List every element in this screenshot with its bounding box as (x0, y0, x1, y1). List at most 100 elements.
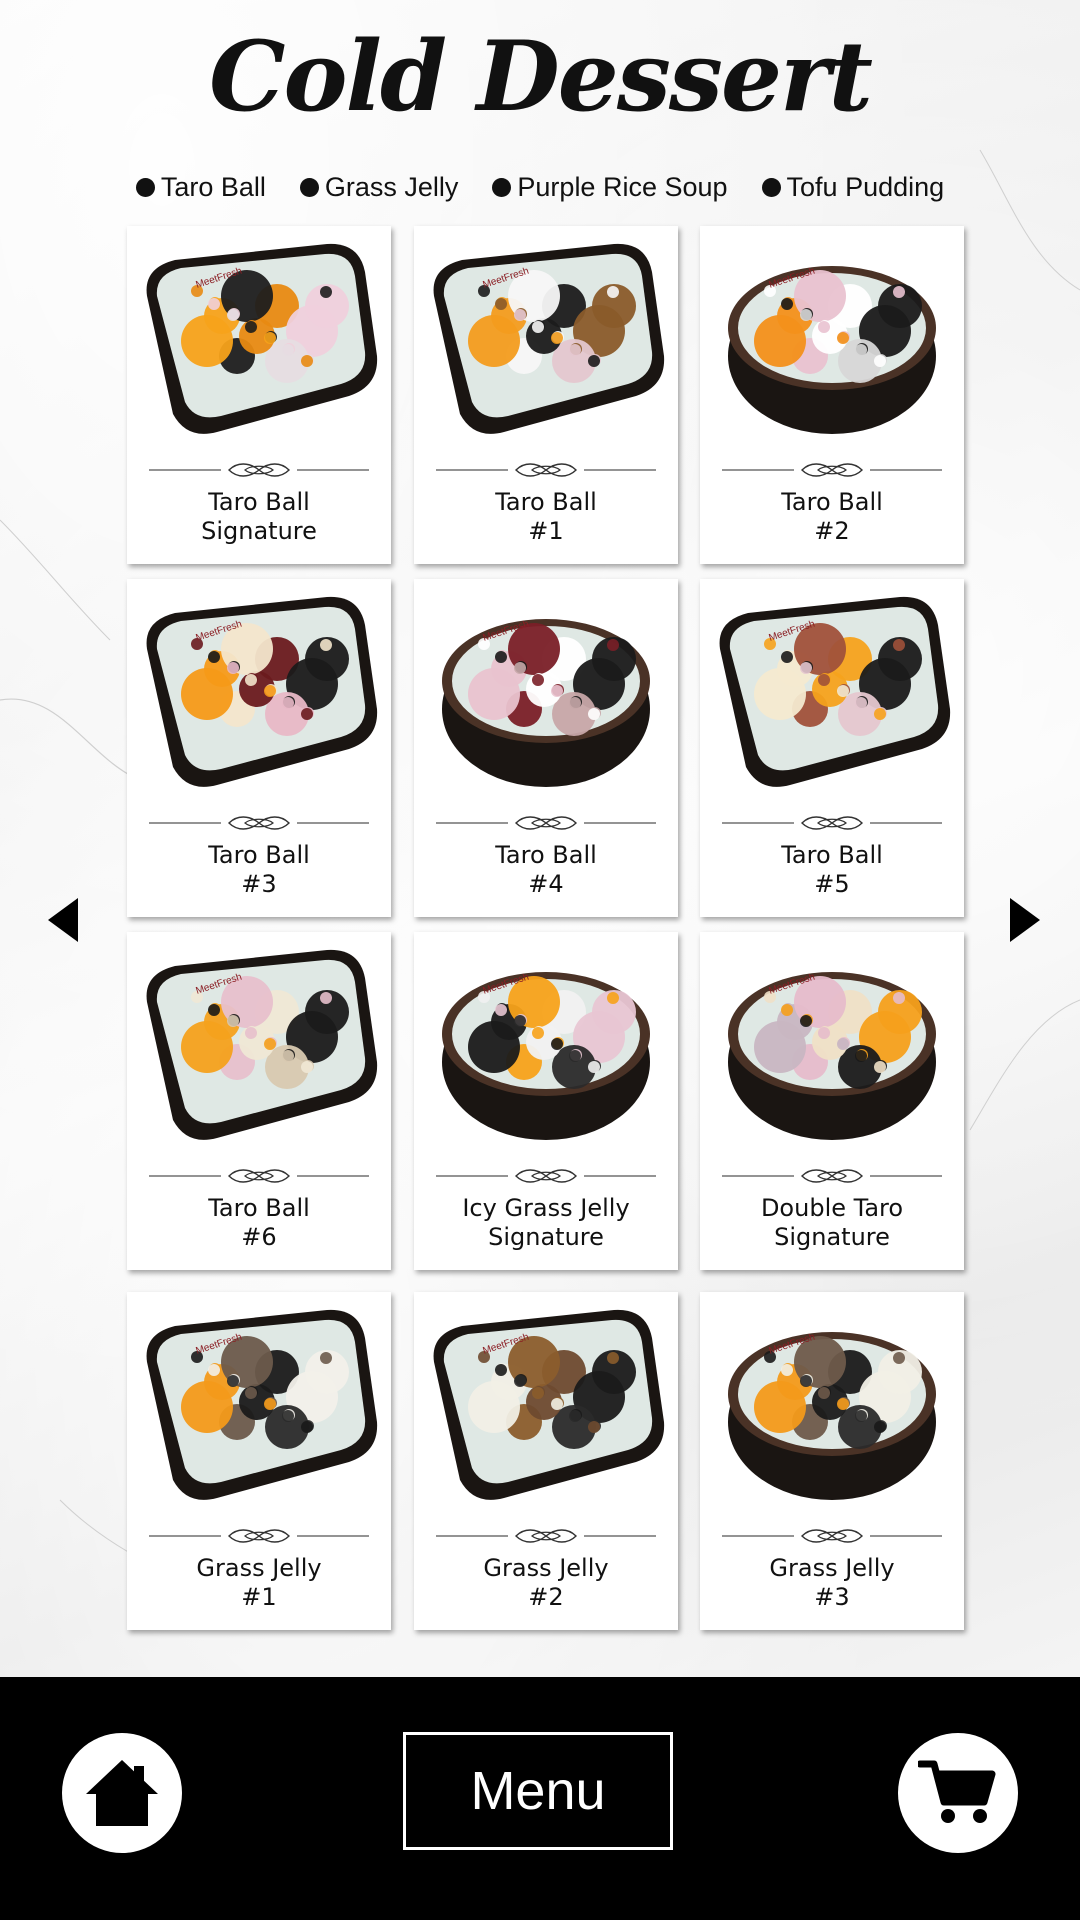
bullet-icon (761, 178, 781, 197)
dessert-name-line1: Icy Grass Jelly (462, 1194, 630, 1222)
dessert-card[interactable]: MeetFresh Taro Ball #6 (127, 932, 391, 1270)
dessert-name-line2: #1 (241, 1583, 277, 1611)
round-bowl-image: MeetFresh (442, 619, 650, 787)
dessert-name: Grass Jelly #3 (700, 1554, 964, 1612)
dessert-image: MeetFresh (700, 942, 964, 1152)
bottom-nav-bar: Menu (0, 1677, 1080, 1920)
category-taro-ball[interactable]: Taro Ball (135, 172, 266, 203)
square-bowl-image: MeetFresh (146, 596, 378, 787)
prev-page-button[interactable] (48, 898, 80, 946)
dessert-name-line1: Taro Ball (781, 841, 883, 869)
ornament-divider-icon (722, 816, 942, 830)
dessert-name-line1: Grass Jelly (196, 1554, 322, 1582)
square-bowl-image: MeetFresh (146, 949, 378, 1140)
category-tofu-pudding[interactable]: Tofu Pudding (761, 172, 945, 203)
dessert-name-line1: Taro Ball (495, 841, 597, 869)
dessert-name-line2: #3 (241, 870, 277, 898)
bullet-icon (492, 178, 512, 197)
category-purple-rice-soup[interactable]: Purple Rice Soup (492, 172, 728, 203)
dessert-name: Taro Ball #4 (414, 841, 678, 899)
square-bowl-image: MeetFresh (146, 243, 378, 434)
ornament-divider-icon (436, 463, 656, 477)
dessert-name: Grass Jelly #2 (414, 1554, 678, 1612)
dessert-name: Grass Jelly #1 (127, 1554, 391, 1612)
page-title: Cold Dessert (209, 20, 873, 133)
ornament-divider-icon (149, 463, 369, 477)
square-bowl-image: MeetFresh (433, 243, 665, 434)
dessert-name-line2: #3 (814, 1583, 850, 1611)
dessert-image: MeetFresh (700, 589, 964, 799)
category-label: Taro Ball (160, 172, 266, 202)
dessert-name-line1: Taro Ball (208, 841, 310, 869)
ornament-divider-icon (149, 1529, 369, 1543)
dessert-name-line2: Signature (201, 517, 317, 545)
ornament-divider-icon (436, 1169, 656, 1183)
ornament-divider-icon (722, 1169, 942, 1183)
dessert-card[interactable]: MeetFresh Grass Jelly #3 (700, 1292, 964, 1630)
dessert-card[interactable]: MeetFresh Grass Jelly #2 (414, 1292, 678, 1630)
dessert-image: MeetFresh (127, 1302, 391, 1512)
dessert-image: MeetFresh (700, 236, 964, 446)
dessert-name-line2: Signature (774, 1223, 890, 1251)
dessert-name: Taro Ball #2 (700, 488, 964, 546)
ornament-divider-icon (722, 1529, 942, 1543)
category-label: Purple Rice Soup (517, 172, 728, 202)
dessert-name-line1: Taro Ball (781, 488, 883, 516)
dessert-card[interactable]: MeetFresh Taro Ball Signature (127, 226, 391, 564)
dessert-card[interactable]: MeetFresh Double Taro Signature (700, 932, 964, 1270)
dessert-image: MeetFresh (700, 1302, 964, 1512)
dessert-name: Taro Ball #6 (127, 1194, 391, 1252)
dessert-name-line1: Taro Ball (208, 1194, 310, 1222)
dessert-image: MeetFresh (414, 1302, 678, 1512)
dessert-name-line2: #6 (241, 1223, 277, 1251)
dessert-name-line1: Double Taro (760, 1194, 904, 1222)
dessert-image: MeetFresh (414, 236, 678, 446)
dessert-card[interactable]: MeetFresh Taro Ball #4 (414, 579, 678, 917)
round-bowl-image: MeetFresh (728, 266, 936, 434)
dessert-name-line2: #4 (528, 870, 564, 898)
category-filter: Taro Ball Grass Jelly Purple Rice Soup T… (0, 172, 1080, 203)
arrow-left-icon (48, 898, 78, 942)
dessert-image: MeetFresh (127, 236, 391, 446)
square-bowl-image: MeetFresh (433, 1309, 665, 1500)
dessert-card[interactable]: MeetFresh Icy Grass Jelly Signature (414, 932, 678, 1270)
dessert-card[interactable]: MeetFresh Taro Ball #5 (700, 579, 964, 917)
dessert-card[interactable]: MeetFresh Taro Ball #2 (700, 226, 964, 564)
round-bowl-image: MeetFresh (442, 972, 650, 1140)
category-label: Grass Jelly (324, 172, 459, 202)
dessert-card[interactable]: MeetFresh Grass Jelly #1 (127, 1292, 391, 1630)
dessert-name-line2: #2 (814, 517, 850, 545)
cart-button[interactable] (898, 1733, 1018, 1853)
ornament-divider-icon (436, 816, 656, 830)
square-bowl-image: MeetFresh (719, 596, 951, 787)
dessert-name: Double Taro Signature (700, 1194, 964, 1252)
round-bowl-image: MeetFresh (728, 972, 936, 1140)
dessert-card[interactable]: MeetFresh Taro Ball #1 (414, 226, 678, 564)
dessert-name-line1: Taro Ball (208, 488, 310, 516)
square-bowl-image: MeetFresh (146, 1309, 378, 1500)
category-grass-jelly[interactable]: Grass Jelly (299, 172, 459, 203)
category-label: Tofu Pudding (786, 172, 945, 202)
dessert-card[interactable]: MeetFresh Taro Ball #3 (127, 579, 391, 917)
dessert-name-line2: Signature (488, 1223, 604, 1251)
dessert-name: Taro Ball #3 (127, 841, 391, 899)
ornament-divider-icon (149, 816, 369, 830)
dessert-name-line2: #5 (814, 870, 850, 898)
dessert-name: Taro Ball #5 (700, 841, 964, 899)
next-page-button[interactable] (1008, 898, 1040, 946)
dessert-image: MeetFresh (127, 589, 391, 799)
arrow-right-icon (1010, 898, 1040, 942)
dessert-name-line2: #2 (528, 1583, 564, 1611)
bullet-icon (135, 178, 155, 197)
round-bowl-image: MeetFresh (728, 1332, 936, 1500)
dessert-name: Taro Ball #1 (414, 488, 678, 546)
ornament-divider-icon (149, 1169, 369, 1183)
dessert-name-line1: Grass Jelly (769, 1554, 895, 1582)
ornament-divider-icon (722, 463, 942, 477)
home-button[interactable] (62, 1733, 182, 1853)
bullet-icon (299, 178, 319, 197)
dessert-name: Icy Grass Jelly Signature (414, 1194, 678, 1252)
dessert-name-line2: #1 (528, 517, 564, 545)
menu-button[interactable]: Menu (403, 1732, 673, 1850)
home-icon (86, 1760, 158, 1826)
